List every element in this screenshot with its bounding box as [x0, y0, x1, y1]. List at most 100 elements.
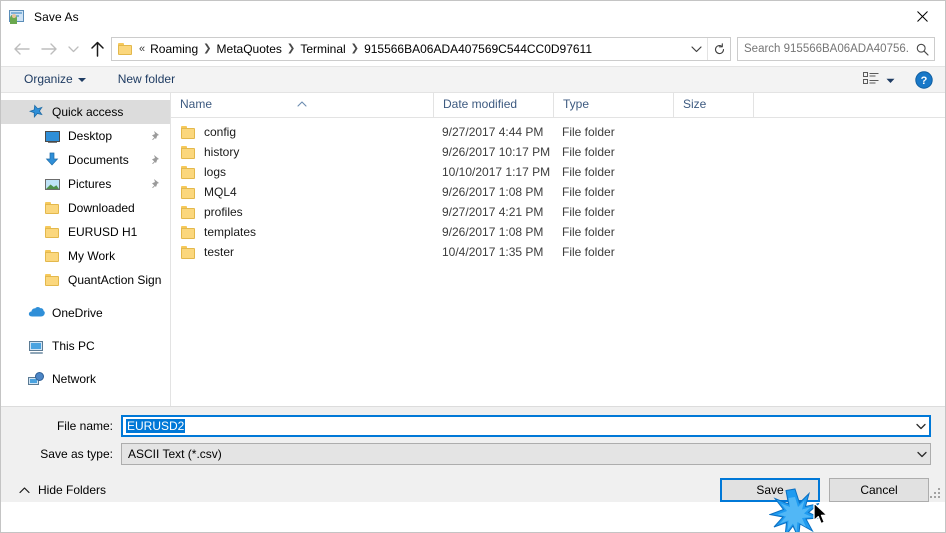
close-button[interactable]: [899, 1, 945, 31]
file-name: tester: [204, 245, 235, 259]
breadcrumb-item-metaquotes[interactable]: MetaQuotes: [214, 38, 285, 60]
file-name-cell: history: [171, 145, 433, 160]
chevron-down-icon[interactable]: [913, 444, 930, 464]
address-bar[interactable]: « Roaming ❯ MetaQuotes ❯ Terminal ❯ 9155…: [111, 37, 731, 61]
table-row[interactable]: tester 10/4/2017 1:35 PM File folder: [171, 242, 945, 262]
column-header-size[interactable]: Size: [673, 93, 753, 117]
resize-grip[interactable]: [930, 488, 941, 499]
new-folder-button[interactable]: New folder: [109, 69, 184, 90]
sidebar-item-desktop[interactable]: Desktop: [1, 124, 170, 148]
file-date: 9/26/2017 1:08 PM: [442, 185, 544, 199]
sidebar-item-pictures[interactable]: Pictures: [1, 172, 170, 196]
sidebar-item-network[interactable]: Network: [1, 367, 170, 391]
search-icon: [910, 43, 934, 56]
column-header-date-modified[interactable]: Date modified: [433, 93, 553, 117]
organize-button[interactable]: Organize: [15, 69, 95, 90]
dialog-footer: Hide Folders Save Cancel: [1, 470, 945, 502]
folder-icon: [44, 272, 61, 288]
save-as-type-select[interactable]: ASCII Text (*.csv): [121, 443, 931, 465]
sidebar-item-this-pc[interactable]: This PC: [1, 334, 170, 358]
window-title: Save As: [34, 9, 79, 24]
recent-locations-button[interactable]: [63, 35, 83, 63]
onedrive-icon: [28, 305, 45, 321]
up-button[interactable]: [83, 35, 111, 63]
navigation-pane: Quick access Desktop Documents Pictures …: [1, 93, 170, 406]
pin-icon[interactable]: [151, 178, 161, 190]
forward-button[interactable]: [35, 35, 63, 63]
table-row[interactable]: templates 9/26/2017 1:08 PM File folder: [171, 222, 945, 242]
search-box[interactable]: [737, 37, 935, 61]
file-date: 9/26/2017 1:08 PM: [442, 225, 544, 239]
file-list-pane: Name Date modified Type Size config 9/27…: [171, 93, 945, 406]
breadcrumb-separator[interactable]: ❯: [349, 38, 361, 60]
back-button[interactable]: [7, 35, 35, 63]
sidebar-item-label: Pictures: [68, 177, 112, 191]
file-type: File folder: [562, 225, 615, 239]
save-as-type-label: Save as type:: [40, 447, 113, 461]
file-type: File folder: [562, 145, 615, 159]
navigation-bar: « Roaming ❯ MetaQuotes ❯ Terminal ❯ 9155…: [1, 32, 945, 66]
pin-icon[interactable]: [151, 154, 161, 166]
column-header-type[interactable]: Type: [553, 93, 673, 117]
sidebar-item-documents[interactable]: Documents: [1, 148, 170, 172]
save-button[interactable]: Save: [720, 478, 820, 502]
file-name-input[interactable]: EURUSD2: [121, 415, 931, 437]
breadcrumb-item-current[interactable]: 915566BA06ADA407569C544CC0D97611: [361, 38, 595, 60]
sidebar-item-label: Downloaded: [68, 201, 135, 215]
column-header-label: Name: [180, 97, 213, 111]
table-row[interactable]: MQL4 9/26/2017 1:08 PM File folder: [171, 182, 945, 202]
cancel-button[interactable]: Cancel: [829, 478, 929, 502]
file-name-label: File name:: [56, 419, 113, 433]
pin-icon[interactable]: [151, 130, 161, 142]
breadcrumb-separator[interactable]: ❯: [201, 38, 213, 60]
sidebar-item-label: OneDrive: [52, 306, 103, 320]
hide-folders-button[interactable]: Hide Folders: [15, 479, 110, 501]
sidebar-item-onedrive[interactable]: OneDrive: [1, 301, 170, 325]
sidebar-item-quantaction-signal[interactable]: QuantAction Signal: [1, 268, 170, 292]
folder-icon: [180, 205, 197, 220]
sidebar-item-eurusd-h1[interactable]: EURUSD H1: [1, 220, 170, 244]
dialog-body: Quick access Desktop Documents Pictures …: [1, 93, 945, 406]
table-row[interactable]: profiles 9/27/2017 4:21 PM File folder: [171, 202, 945, 222]
sidebar-item-quick-access[interactable]: Quick access: [1, 100, 170, 124]
refresh-icon[interactable]: [707, 38, 730, 60]
file-rows: config 9/27/2017 4:44 PM File folder his…: [171, 118, 945, 406]
folder-icon: [180, 185, 197, 200]
chevron-down-icon[interactable]: [685, 38, 707, 60]
view-mode-icon: [863, 71, 879, 88]
column-header-name[interactable]: Name: [171, 93, 433, 117]
save-as-dialog: Save As « Roaming ❯ MetaQuotes ❯ Termina…: [0, 0, 946, 533]
breadcrumb-item-terminal[interactable]: Terminal: [297, 38, 348, 60]
column-header-label: Size: [683, 97, 707, 111]
sidebar-item-my-work[interactable]: My Work: [1, 244, 170, 268]
file-name-cell: tester: [171, 245, 433, 260]
sidebar-divider: [1, 292, 170, 301]
file-date: 10/4/2017 1:35 PM: [442, 245, 544, 259]
file-type: File folder: [562, 185, 615, 199]
table-row[interactable]: history 9/26/2017 10:17 PM File folder: [171, 142, 945, 162]
column-header-row: Name Date modified Type Size: [171, 93, 945, 118]
search-input[interactable]: [738, 43, 910, 55]
sidebar-item-downloaded[interactable]: Downloaded: [1, 196, 170, 220]
table-row[interactable]: config 9/27/2017 4:44 PM File folder: [171, 122, 945, 142]
help-button[interactable]: ?: [911, 69, 937, 91]
breadcrumb-separator[interactable]: ❯: [285, 38, 297, 60]
view-mode-button[interactable]: [857, 69, 901, 91]
sidebar-item-label: Quick access: [52, 105, 124, 119]
breadcrumb-item-roaming[interactable]: Roaming: [147, 38, 201, 60]
chevron-down-icon[interactable]: [912, 417, 929, 435]
save-as-type-row: Save as type: ASCII Text (*.csv): [1, 443, 945, 465]
file-name-cell: logs: [171, 165, 433, 180]
toolbar-right-group: ?: [857, 69, 937, 91]
breadcrumb-overflow[interactable]: «: [136, 38, 147, 60]
command-toolbar: Organize New folder ?: [1, 66, 945, 93]
footer-buttons: Save Cancel: [720, 478, 931, 502]
file-type: File folder: [562, 245, 615, 259]
new-folder-label: New folder: [117, 72, 176, 86]
sidebar-item-label: QuantAction Signal: [68, 273, 162, 287]
file-date: 9/26/2017 10:17 PM: [442, 145, 551, 159]
chevron-down-icon: [77, 77, 86, 82]
star-icon: [28, 104, 45, 120]
folder-icon: [180, 245, 197, 260]
table-row[interactable]: logs 10/10/2017 1:17 PM File folder: [171, 162, 945, 182]
